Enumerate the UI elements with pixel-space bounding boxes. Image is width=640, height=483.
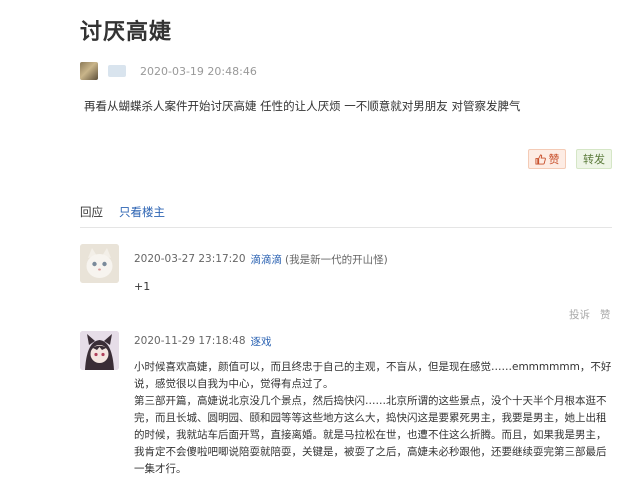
- comment-username[interactable]: 滴滴滴: [251, 252, 283, 267]
- comment-time: 2020-11-29 17:18:48: [134, 335, 246, 347]
- comment-paragraph: 第三部开篇，高婕说北京没几个景点，然后捣快闪……北京所谓的这些景点，没个十天半个…: [134, 395, 607, 475]
- divider: [80, 227, 612, 228]
- comment-username[interactable]: 逐戏: [251, 334, 272, 349]
- comment-time: 2020-03-27 23:17:20: [134, 253, 246, 265]
- tab-replies[interactable]: 回应: [80, 204, 103, 220]
- comment-meta: 2020-11-29 17:18:48 逐戏: [134, 333, 272, 349]
- author-name-redacted[interactable]: [108, 65, 126, 77]
- comment-user-note: (我是新一代的开山怪): [285, 253, 388, 266]
- like-button[interactable]: 赞: [528, 149, 566, 169]
- report-link[interactable]: 投诉: [569, 307, 590, 322]
- comment-text: 小时候喜欢高婕，颜值可以，而且终忠于自己的主观，不盲从，但是现在感觉……emmm…: [134, 359, 612, 478]
- post-time: 2020-03-19 20:48:46: [140, 64, 257, 78]
- comment-paragraph: 小时候喜欢高婕，颜值可以，而且终忠于自己的主观，不盲从，但是现在感觉……emmm…: [134, 361, 612, 390]
- post-title: 讨厌高婕: [80, 20, 173, 45]
- like-button-label: 赞: [548, 153, 560, 166]
- comment-meta: 2020-03-27 23:17:20 滴滴滴 (我是新一代的开山怪): [134, 251, 388, 267]
- comment-like-link[interactable]: 赞: [600, 307, 611, 322]
- comment-text: +1: [134, 280, 151, 293]
- post-body: 再看从蝴蝶杀人案件开始讨厌高婕 任性的让人厌烦 一不顺意就对男朋友 对管察发脾气: [84, 99, 521, 113]
- reply-tabs: 回应 只看楼主: [80, 204, 181, 220]
- comment-avatar[interactable]: [80, 331, 119, 370]
- share-button[interactable]: 转发: [576, 149, 612, 169]
- tab-author-only[interactable]: 只看楼主: [119, 204, 165, 220]
- thumbs-up-icon: [534, 153, 546, 165]
- anime-avatar-icon: [80, 331, 119, 370]
- post-meta: 2020-03-19 20:48:46: [80, 62, 257, 80]
- comment-avatar[interactable]: [80, 244, 119, 283]
- cat-avatar-icon: [80, 244, 119, 283]
- author-avatar[interactable]: [80, 62, 98, 80]
